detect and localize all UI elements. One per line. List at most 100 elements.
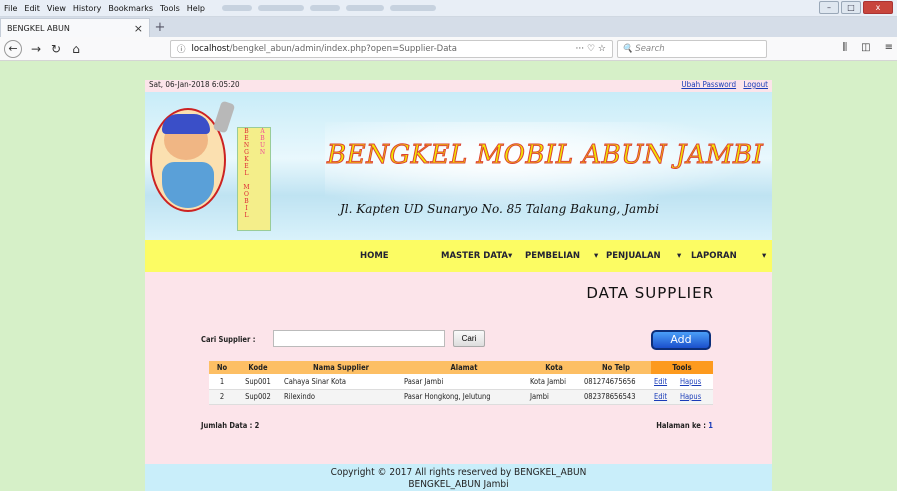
url-path: /bengkel_abun/admin/index.php?open=Suppl…: [229, 44, 457, 54]
tab-bar: BENGKEL ABUN × +: [0, 17, 897, 37]
pagination-label: Halaman ke :: [656, 421, 706, 430]
record-count: Jumlah Data : 2: [201, 421, 260, 430]
top-info-line: Sat, 06-Jan-2018 6:05:20 Ubah Password L…: [145, 80, 772, 92]
page-actions-icons[interactable]: ··· ♡ ☆: [576, 44, 606, 54]
table-header-row: No Kode Nama Supplier Alamat Kota No Tel…: [209, 361, 713, 374]
home-icon[interactable]: ⌂: [66, 42, 86, 56]
hamburger-menu-icon[interactable]: ≡: [885, 42, 893, 53]
search-placeholder: Search: [635, 44, 665, 54]
sign-text-2: ABUN: [259, 128, 266, 156]
delete-link[interactable]: Hapus: [680, 377, 701, 386]
main-nav: HOME MASTER DATA ▾ PEMBELIAN ▾ PENJUALAN…: [145, 240, 772, 272]
minimize-button[interactable]: –: [819, 1, 839, 14]
web-page: Sat, 06-Jan-2018 6:05:20 Ubah Password L…: [145, 80, 772, 491]
col-kota: Kota: [527, 361, 581, 374]
toolbar-right: ⫼ ◫ ≡: [843, 42, 893, 53]
footer-subtext: BENGKEL_ABUN Jambi: [408, 479, 509, 490]
menu-bookmarks[interactable]: Bookmarks: [108, 4, 153, 13]
search-button[interactable]: Cari: [453, 330, 485, 347]
col-kode: Kode: [235, 361, 281, 374]
cell-tools: Edit Hapus: [651, 374, 713, 390]
back-arrow-icon[interactable]: ←: [4, 39, 22, 58]
edit-link[interactable]: Edit: [654, 392, 667, 401]
tab-close-icon[interactable]: ×: [134, 22, 143, 35]
delete-link[interactable]: Hapus: [680, 392, 701, 401]
browser-tab[interactable]: BENGKEL ABUN ×: [0, 18, 150, 37]
col-tools: Tools: [651, 361, 713, 374]
close-window-button[interactable]: x: [863, 1, 893, 14]
menu-edit[interactable]: Edit: [24, 4, 40, 13]
cell-kota: Kota Jambi: [527, 374, 581, 390]
nav-laporan[interactable]: LAPORAN: [691, 251, 737, 261]
tab-title: BENGKEL ABUN: [7, 23, 70, 33]
datetime: Sat, 06-Jan-2018 6:05:20: [149, 80, 240, 89]
browser-menubar: File Edit View History Bookmarks Tools H…: [0, 0, 897, 17]
supplier-table: No Kode Nama Supplier Alamat Kota No Tel…: [209, 361, 713, 405]
page-title: DATA SUPPLIER: [586, 284, 714, 302]
col-no: No: [209, 361, 235, 374]
cell-kota: Jambi: [527, 389, 581, 405]
logout-link[interactable]: Logout: [743, 80, 768, 89]
pagination: Halaman ke : 1: [656, 421, 713, 430]
menu-help[interactable]: Help: [187, 4, 205, 13]
search-icon: 🔍: [622, 44, 636, 54]
header-banner: BENGKEL MOBIL ABUN BENGKEL MOBIL ABUN JA…: [145, 92, 772, 240]
cell-no: 2: [209, 389, 235, 405]
chevron-down-icon: ▾: [762, 251, 767, 261]
cell-nama: Cahaya Sinar Kota: [281, 374, 401, 390]
supplier-search-input[interactable]: [273, 330, 445, 347]
nav-pembelian[interactable]: PEMBELIAN: [525, 251, 580, 261]
cell-nama: Rilexindo: [281, 389, 401, 405]
sign-text-1: BENGKEL MOBIL: [243, 128, 250, 219]
search-label: Cari Supplier :: [201, 335, 256, 344]
new-tab-button[interactable]: +: [150, 18, 170, 37]
navigation-bar: ← → ↻ ⌂ ⓘ localhost/bengkel_abun/admin/i…: [0, 37, 897, 61]
cell-alamat: Pasar Hongkong, Jelutung: [401, 389, 527, 405]
supplier-search-form: Cari Supplier : Cari: [201, 330, 721, 350]
forward-arrow-icon[interactable]: →: [26, 42, 46, 56]
cell-tools: Edit Hapus: [651, 389, 713, 405]
chevron-down-icon: ▾: [594, 251, 599, 261]
add-supplier-button[interactable]: Add: [651, 330, 711, 350]
menu-file[interactable]: File: [4, 4, 17, 13]
page-link[interactable]: 1: [708, 421, 713, 430]
vertical-sign-image: BENGKEL MOBIL ABUN: [237, 127, 271, 231]
change-password-link[interactable]: Ubah Password: [681, 80, 736, 89]
section-header: DATA SUPPLIER: [145, 272, 772, 326]
cell-telp: 082378656543: [581, 389, 651, 405]
col-telp: No Telp: [581, 361, 651, 374]
site-address: Jl. Kapten UD Sunaryo No. 85 Talang Baku…: [340, 202, 660, 216]
edit-link[interactable]: Edit: [654, 377, 667, 386]
copyright-text: Copyright © 2017 All rights reserved by …: [330, 467, 587, 478]
nav-home[interactable]: HOME: [360, 251, 389, 261]
window-controls: – □ x: [819, 1, 893, 14]
cell-alamat: Pasar Jambi: [401, 374, 527, 390]
search-input[interactable]: 🔍 Search: [617, 40, 767, 58]
wrench-icon: [212, 100, 236, 134]
url-host: localhost: [191, 44, 230, 54]
library-icon[interactable]: ⫼: [843, 42, 848, 53]
account-links: Ubah Password Logout: [676, 80, 768, 92]
maximize-button[interactable]: □: [841, 1, 861, 14]
table-row: 1 Sup001 Cahaya Sinar Kota Pasar Jambi K…: [209, 374, 713, 390]
sidebar-icon[interactable]: ◫: [861, 42, 870, 53]
table-footer: Jumlah Data : 2 Halaman ke : 1: [201, 421, 713, 430]
cell-kode: Sup002: [235, 389, 281, 405]
url-bar[interactable]: ⓘ localhost/bengkel_abun/admin/index.php…: [170, 40, 613, 58]
reload-icon[interactable]: ↻: [46, 42, 66, 56]
chevron-down-icon: ▾: [508, 251, 513, 261]
cell-no: 1: [209, 374, 235, 390]
menu-history[interactable]: History: [73, 4, 101, 13]
info-icon[interactable]: ⓘ: [177, 43, 186, 55]
blurred-taskbar-items: [222, 5, 437, 11]
page-footer: Copyright © 2017 All rights reserved by …: [145, 464, 772, 491]
cell-telp: 081274675656: [581, 374, 651, 390]
cell-kode: Sup001: [235, 374, 281, 390]
menu-view[interactable]: View: [47, 4, 66, 13]
site-title: BENGKEL MOBIL ABUN JAMBI: [326, 140, 764, 171]
chevron-down-icon: ▾: [677, 251, 682, 261]
table-row: 2 Sup002 Rilexindo Pasar Hongkong, Jelut…: [209, 389, 713, 405]
menu-tools[interactable]: Tools: [160, 4, 180, 13]
nav-master-data[interactable]: MASTER DATA: [441, 251, 508, 261]
nav-penjualan[interactable]: PENJUALAN: [606, 251, 661, 261]
